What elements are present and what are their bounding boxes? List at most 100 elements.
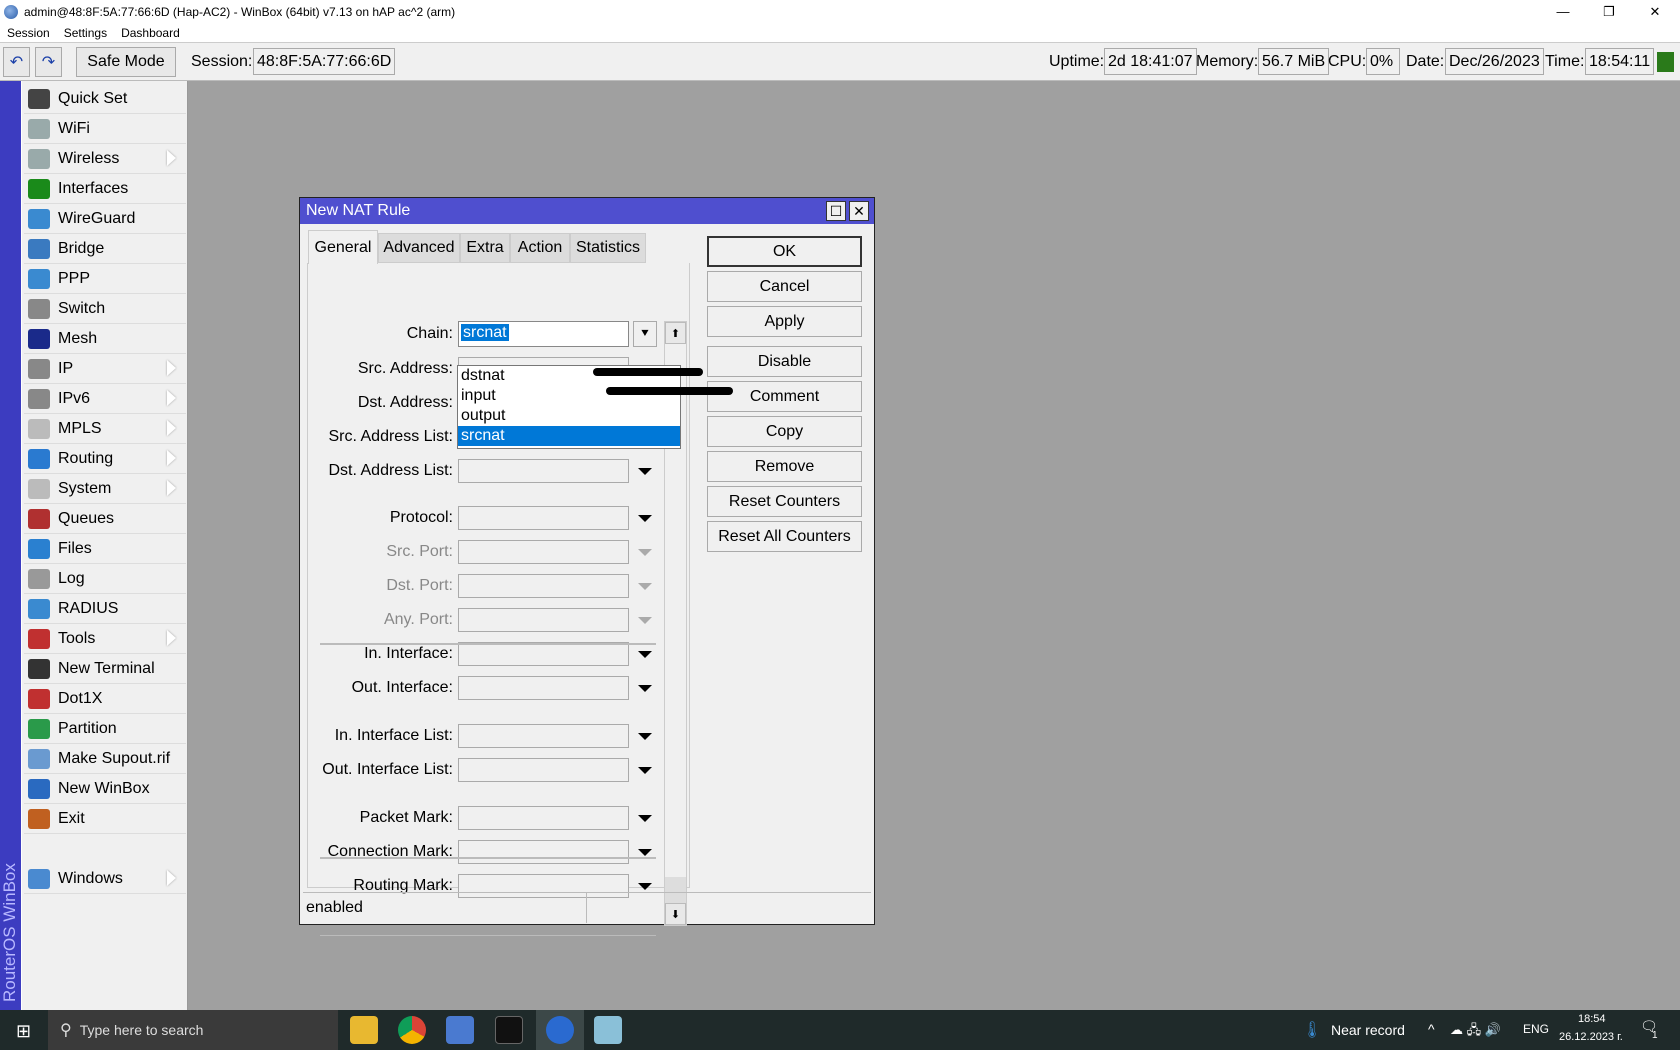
terminal-app-icon[interactable] xyxy=(495,1016,523,1044)
language-indicator[interactable]: ENG xyxy=(1523,1022,1549,1036)
dialog-close-button[interactable]: ✕ xyxy=(849,201,869,221)
sidebar-item-bridge[interactable]: Bridge xyxy=(24,234,186,264)
sidebar-item-make-supout-rif[interactable]: Make Supout.rif xyxy=(24,744,186,774)
sidebar-item-label: PPP xyxy=(58,269,91,287)
sidebar-item-ip[interactable]: IP xyxy=(24,354,186,384)
sidebar-item-queues[interactable]: Queues xyxy=(24,504,186,534)
out-interface-input[interactable] xyxy=(458,676,629,700)
dst-address-list-input[interactable] xyxy=(458,459,629,483)
windows-start-icon[interactable]: ⊞ xyxy=(16,1021,31,1042)
sidebar-item-system[interactable]: System xyxy=(24,474,186,504)
tray-chevron-icon[interactable]: ^ xyxy=(1428,1021,1435,1037)
sidebar-item-ipv6[interactable]: IPv6 xyxy=(24,384,186,414)
sidebar-item-ppp[interactable]: PPP xyxy=(24,264,186,294)
safe-mode-button[interactable]: Safe Mode xyxy=(76,47,176,77)
reset-all-counters-button[interactable]: Reset All Counters xyxy=(707,521,862,552)
chevron-down-icon[interactable] xyxy=(638,733,652,740)
chevron-down-icon[interactable] xyxy=(638,849,652,856)
option-output[interactable]: output xyxy=(458,406,680,426)
out-interface-list-input[interactable] xyxy=(458,758,629,782)
sidebar-item-wireguard[interactable]: WireGuard xyxy=(24,204,186,234)
ok-button[interactable]: OK xyxy=(707,236,862,267)
search-icon: ⚲ xyxy=(60,1022,72,1039)
sidebar-item-label: Bridge xyxy=(58,239,105,257)
clock-date[interactable]: 26.12.2023 г. xyxy=(1559,1031,1623,1043)
sidebar-item-files[interactable]: Files xyxy=(24,534,186,564)
dialog-title-bar[interactable]: New NAT Rule ☐ ✕ xyxy=(300,198,874,224)
menu-settings[interactable]: Settings xyxy=(57,26,114,40)
sidebar-item-new-winbox[interactable]: New WinBox xyxy=(24,774,186,804)
tab-general[interactable]: General xyxy=(308,230,378,264)
reset-counters-button[interactable]: Reset Counters xyxy=(707,486,862,517)
undo-button[interactable]: ↶ xyxy=(3,47,30,77)
taskbar-search[interactable]: ⚲ Type here to search xyxy=(48,1010,338,1050)
sidebar-item-mesh[interactable]: Mesh xyxy=(24,324,186,354)
sidebar-item-routing[interactable]: Routing xyxy=(24,444,186,474)
packet-mark-input[interactable] xyxy=(458,806,629,830)
sidebar-menu: Quick Set WiFi Wireless Interfaces WireGuard… xyxy=(22,81,188,1010)
chevron-down-icon[interactable] xyxy=(638,685,652,692)
chain-dropdown-button[interactable]: ⯆ xyxy=(633,321,657,347)
clock-time[interactable]: 18:54 xyxy=(1578,1013,1606,1025)
sidebar-item-new-terminal[interactable]: New Terminal xyxy=(24,654,186,684)
sidebar-item-switch[interactable]: Switch xyxy=(24,294,186,324)
chevron-down-icon[interactable] xyxy=(638,651,652,658)
sidebar-item-mpls[interactable]: MPLS xyxy=(24,414,186,444)
network-app-icon[interactable] xyxy=(446,1016,474,1044)
chrome-icon[interactable] xyxy=(398,1016,426,1044)
chevron-down-icon[interactable] xyxy=(638,883,652,890)
tray-icons[interactable]: ☁ 🖧 🔊 xyxy=(1450,1021,1501,1043)
chevron-down-icon[interactable] xyxy=(638,767,652,774)
remove-button[interactable]: Remove xyxy=(707,451,862,482)
weather-text[interactable]: Near record xyxy=(1331,1022,1405,1038)
restore-button[interactable]: ❐ xyxy=(1586,0,1632,23)
sidebar-item-label: Tools xyxy=(58,629,96,647)
option-srcnat[interactable]: srcnat xyxy=(458,426,680,446)
connection-mark-input[interactable] xyxy=(458,840,629,864)
cancel-button[interactable]: Cancel xyxy=(707,271,862,302)
maximize-button[interactable]: ☐ xyxy=(826,201,846,221)
protocol-input[interactable] xyxy=(458,506,629,530)
redo-button[interactable]: ↷ xyxy=(35,47,62,77)
apply-button[interactable]: Apply xyxy=(707,306,862,337)
in-interface-list-input[interactable] xyxy=(458,724,629,748)
in-interface-input[interactable] xyxy=(458,642,629,666)
sidebar-item-radius[interactable]: RADIUS xyxy=(24,594,186,624)
src-address-list-label: Src. Address List: xyxy=(328,428,454,445)
sidebar-item-wireless[interactable]: Wireless xyxy=(24,144,186,174)
comment-button[interactable]: Comment xyxy=(707,381,862,412)
sidebar-item-partition[interactable]: Partition xyxy=(24,714,186,744)
status-led-icon xyxy=(1657,52,1674,72)
minimize-button[interactable]: — xyxy=(1540,0,1586,23)
tab-statistics[interactable]: Statistics xyxy=(570,233,646,263)
sidebar-item-quick-set[interactable]: Quick Set xyxy=(24,84,186,114)
chain-select[interactable]: srcnat xyxy=(458,321,629,347)
sidebar-item-tools[interactable]: Tools xyxy=(24,624,186,654)
sidebar-item-windows[interactable]: Windows xyxy=(24,864,186,894)
date-label: Date: xyxy=(1406,53,1445,70)
submenu-arrow-icon xyxy=(167,450,176,466)
disable-button[interactable]: Disable xyxy=(707,346,862,377)
sidebar-item-wifi[interactable]: WiFi xyxy=(24,114,186,144)
copy-button[interactable]: Copy xyxy=(707,416,862,447)
chevron-down-icon[interactable] xyxy=(638,515,652,522)
chevron-down-icon[interactable] xyxy=(638,815,652,822)
winbox-taskbar-icon[interactable] xyxy=(546,1016,574,1044)
sidebar-item-dot1x[interactable]: Dot1X xyxy=(24,684,186,714)
file-explorer-icon[interactable] xyxy=(350,1016,378,1044)
menu-dashboard[interactable]: Dashboard xyxy=(114,26,187,40)
close-button[interactable]: ✕ xyxy=(1632,0,1678,23)
tab-action[interactable]: Action xyxy=(510,233,570,263)
menu-session[interactable]: Session xyxy=(0,26,57,40)
scroll-up-icon[interactable]: ⬆ xyxy=(665,322,686,344)
tab-extra[interactable]: Extra xyxy=(460,233,510,263)
thermometer-icon: 🌡 xyxy=(1302,1022,1323,1039)
sidebar-item-label: WireGuard xyxy=(58,209,136,227)
title-bar: admin@48:8F:5A:77:66:6D (Hap-AC2) - WinB… xyxy=(0,0,1680,23)
sidebar-item-interfaces[interactable]: Interfaces xyxy=(24,174,186,204)
notes-app-icon[interactable] xyxy=(594,1016,622,1044)
sidebar-item-exit[interactable]: Exit xyxy=(24,804,186,834)
tab-advanced[interactable]: Advanced xyxy=(378,233,460,263)
sidebar-item-log[interactable]: Log xyxy=(24,564,186,594)
chevron-down-icon[interactable] xyxy=(638,468,652,475)
